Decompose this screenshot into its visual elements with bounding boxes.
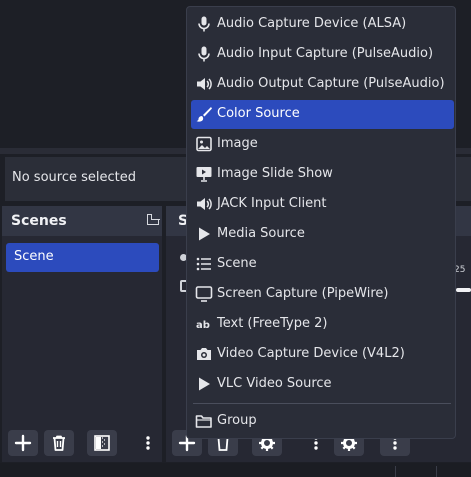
microphone-icon	[198, 46, 210, 62]
scene-list-item[interactable]: Scene	[6, 243, 159, 272]
plus-icon	[14, 434, 32, 452]
menu-item-jack-input-client[interactable]: JACK Input Client	[191, 190, 454, 219]
add-source-menu: Audio Capture Device (ALSA) Audio Input …	[186, 6, 456, 439]
image-icon	[196, 136, 212, 152]
menu-item-audio-capture-alsa[interactable]: Audio Capture Device (ALSA)	[191, 10, 454, 39]
play-icon	[199, 227, 210, 241]
list-icon	[196, 257, 211, 271]
undock-icon[interactable]	[147, 213, 160, 225]
menu-item-scene[interactable]: Scene	[191, 250, 454, 279]
menu-item-image[interactable]: Image	[191, 130, 454, 159]
menu-item-group[interactable]: Group	[191, 407, 454, 436]
menu-item-image-slide-show[interactable]: Image Slide Show	[191, 160, 454, 189]
add-scene-button[interactable]	[8, 430, 38, 456]
status-bar	[0, 463, 471, 477]
microphone-icon	[198, 16, 210, 32]
slideshow-icon	[196, 167, 212, 182]
folder-icon	[195, 415, 212, 428]
play-icon	[199, 377, 210, 391]
monitor-icon	[195, 286, 213, 302]
scenes-dock: Scenes Scene	[2, 206, 162, 462]
svg-text:ab: ab	[196, 320, 210, 331]
menu-item-media-source[interactable]: Media Source	[191, 220, 454, 249]
more-vertical-icon	[146, 436, 150, 450]
menu-item-audio-input-pulse[interactable]: Audio Input Capture (PulseAudio)	[191, 40, 454, 69]
menu-separator	[193, 403, 451, 404]
speaker-icon	[197, 78, 212, 90]
menu-item-text-freetype[interactable]: ab Text (FreeType 2)	[191, 310, 454, 339]
status-separator	[395, 466, 396, 477]
scenes-dock-header: Scenes	[2, 206, 162, 236]
scenes-dock-title: Scenes	[11, 213, 67, 229]
status-separator	[436, 466, 437, 477]
no-source-selected-label: No source selected	[12, 170, 136, 185]
trash-icon	[53, 435, 65, 451]
menu-item-color-source[interactable]: Color Source	[191, 100, 454, 129]
volume-meter	[456, 288, 471, 292]
menu-item-video-capture-v4l2[interactable]: Video Capture Device (V4L2)	[191, 340, 454, 369]
remove-scene-button[interactable]	[44, 430, 74, 456]
menu-item-vlc-video-source[interactable]: VLC Video Source	[191, 370, 454, 399]
filter-icon	[94, 435, 110, 451]
scenes-toolbar	[2, 424, 162, 462]
camera-icon	[197, 348, 211, 360]
speaker-icon	[197, 198, 212, 210]
scene-list-item-label: Scene	[14, 249, 54, 264]
menu-item-screen-capture-pipewire[interactable]: Screen Capture (PipeWire)	[191, 280, 454, 309]
scene-filters-button[interactable]	[87, 430, 117, 456]
scene-more-button[interactable]	[138, 430, 158, 456]
text-icon: ab	[196, 320, 210, 331]
menu-item-audio-output-pulse[interactable]: Audio Output Capture (PulseAudio)	[191, 70, 454, 99]
paintbrush-icon	[196, 107, 212, 122]
